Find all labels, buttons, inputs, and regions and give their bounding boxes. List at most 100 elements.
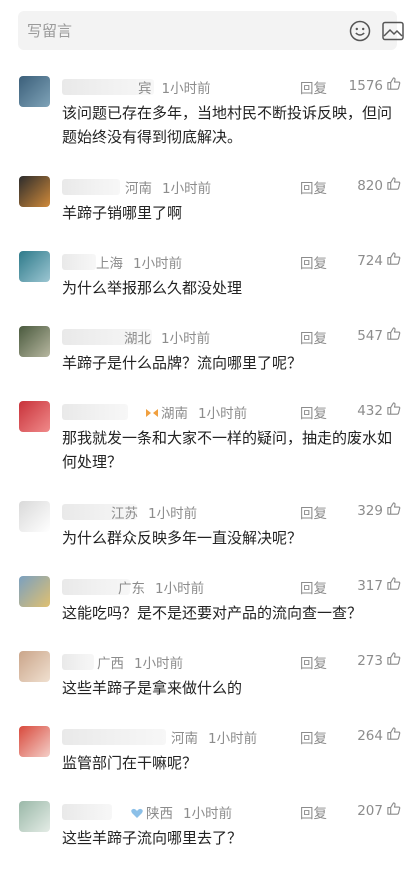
- timestamp: 1小时前: [161, 81, 211, 97]
- like-button[interactable]: 724: [357, 251, 401, 270]
- reply-button[interactable]: 回复: [300, 727, 327, 747]
- like-button[interactable]: 264: [357, 726, 401, 745]
- comment-item: 湖北 1小时前 回复 547 羊蹄子是什么品牌？流向哪里了呢？: [0, 326, 417, 398]
- reply-button[interactable]: 回复: [300, 77, 327, 97]
- username-visible-part[interactable]: 宾: [138, 81, 152, 97]
- like-count: 207: [357, 802, 383, 819]
- reply-button[interactable]: 回复: [300, 802, 327, 822]
- username-blurred[interactable]: [62, 654, 94, 670]
- timestamp: 1小时前: [208, 731, 258, 747]
- avatar[interactable]: [19, 76, 50, 107]
- thumbs-up-icon[interactable]: [386, 801, 401, 820]
- comment-text: 羊蹄子销哪里了啊: [62, 204, 183, 222]
- comment-text: 羊蹄子是什么品牌？流向哪里了呢？: [62, 354, 303, 372]
- location: 湖北: [124, 331, 151, 347]
- thumbs-up-icon[interactable]: [386, 326, 401, 345]
- heart-badge-icon: [131, 808, 143, 818]
- comment-meta: 陕西 1小时前: [130, 802, 232, 822]
- comment-item: 上海 1小时前 回复 724 为什么举报那么久都没处理: [0, 251, 417, 323]
- like-button[interactable]: 207: [357, 801, 401, 820]
- username-blurred[interactable]: [62, 729, 166, 745]
- timestamp: 1小时前: [134, 656, 184, 672]
- reply-button[interactable]: 回复: [300, 177, 327, 197]
- like-button[interactable]: 432: [357, 401, 401, 420]
- location: 湖南: [161, 406, 188, 422]
- emoji-icon[interactable]: [349, 20, 371, 42]
- comment-meta: 江苏 1小时前: [111, 502, 197, 522]
- like-count: 547: [357, 327, 383, 344]
- timestamp: 1小时前: [133, 256, 183, 272]
- like-button[interactable]: 1576: [349, 76, 401, 95]
- like-count: 724: [357, 252, 383, 269]
- like-count: 273: [357, 652, 383, 669]
- username-blurred[interactable]: [62, 179, 120, 195]
- location: 陕西: [146, 806, 173, 822]
- location: 河南: [125, 181, 152, 197]
- thumbs-up-icon[interactable]: [386, 576, 401, 595]
- timestamp: 1小时前: [161, 331, 211, 347]
- like-count: 432: [357, 402, 383, 419]
- location: 广西: [97, 656, 124, 672]
- thumbs-up-icon[interactable]: [386, 651, 401, 670]
- avatar[interactable]: [19, 726, 50, 757]
- reply-button[interactable]: 回复: [300, 577, 327, 597]
- reply-button[interactable]: 回复: [300, 502, 327, 522]
- username-blurred[interactable]: [62, 254, 96, 270]
- comment-meta: 广东 1小时前: [118, 577, 204, 597]
- location: 广东: [118, 581, 145, 597]
- comment-item: 河南 1小时前 回复 264 监管部门在干嘛呢？: [0, 726, 417, 798]
- thumbs-up-icon[interactable]: [386, 726, 401, 745]
- reply-button[interactable]: 回复: [300, 402, 327, 422]
- avatar[interactable]: [19, 326, 50, 357]
- reply-button[interactable]: 回复: [300, 252, 327, 272]
- timestamp: 1小时前: [155, 581, 205, 597]
- comment-item: 陕西 1小时前 回复 207 这些羊蹄子流向哪里去了？: [0, 801, 417, 873]
- comment-text: 那我就发一条和大家不一样的疑问，抽走的废水如何处理？: [62, 429, 393, 471]
- comment-meta: 湖南 1小时前: [145, 402, 247, 422]
- thumbs-up-icon[interactable]: [386, 401, 401, 420]
- avatar[interactable]: [19, 651, 50, 682]
- avatar[interactable]: [19, 801, 50, 832]
- thumbs-up-icon[interactable]: [386, 501, 401, 520]
- thumbs-up-icon[interactable]: [386, 176, 401, 195]
- location: 河南: [171, 731, 198, 747]
- username-blurred[interactable]: [62, 804, 112, 820]
- comment-input[interactable]: 写留言: [18, 11, 404, 50]
- like-button[interactable]: 820: [357, 176, 401, 195]
- location: 江苏: [111, 506, 138, 522]
- thumbs-up-icon[interactable]: [386, 251, 401, 270]
- like-button[interactable]: 329: [357, 501, 401, 520]
- comment-text: 该问题已存在多年，当地村民不断投诉反映，但问题始终没有得到彻底解决。: [62, 104, 393, 146]
- location: 上海: [96, 256, 123, 272]
- username-blurred[interactable]: [62, 404, 128, 420]
- comment-meta: 河南 1小时前: [125, 177, 211, 197]
- comment-item: 湖南 1小时前 回复 432 那我就发一条和大家不一样的疑问，抽走的废水如何处理？: [0, 401, 417, 473]
- like-button[interactable]: 317: [357, 576, 401, 595]
- reply-button[interactable]: 回复: [300, 652, 327, 672]
- like-button[interactable]: 273: [357, 651, 401, 670]
- comment-item: 广东 1小时前 回复 317 这能吃吗？是不是还要对产品的流向查一查？: [0, 576, 417, 648]
- thumbs-up-icon[interactable]: [386, 76, 401, 95]
- reply-button[interactable]: 回复: [300, 327, 327, 347]
- comment-text: 为什么举报那么久都没处理: [62, 279, 243, 297]
- comment-meta: 宾 1小时前: [138, 77, 211, 97]
- like-count: 264: [357, 727, 383, 744]
- avatar[interactable]: [19, 576, 50, 607]
- avatar[interactable]: [19, 176, 50, 207]
- comment-meta: 广西 1小时前: [97, 652, 183, 672]
- avatar[interactable]: [19, 401, 50, 432]
- timestamp: 1小时前: [198, 406, 248, 422]
- image-icon[interactable]: [382, 21, 404, 41]
- avatar[interactable]: [19, 501, 50, 532]
- like-count: 1576: [348, 77, 383, 94]
- like-count: 317: [357, 577, 383, 594]
- comment-text: 监管部门在干嘛呢？: [62, 754, 198, 772]
- comment-text: 为什么群众反映多年一直没解决呢？: [62, 529, 303, 547]
- timestamp: 1小时前: [162, 181, 212, 197]
- like-button[interactable]: 547: [357, 326, 401, 345]
- comment-input-placeholder[interactable]: 写留言: [27, 20, 72, 41]
- comment-item: 江苏 1小时前 回复 329 为什么群众反映多年一直没解决呢？: [0, 501, 417, 573]
- avatar[interactable]: [19, 251, 50, 282]
- timestamp: 1小时前: [183, 806, 233, 822]
- comment-item: 广西 1小时前 回复 273 这些羊蹄子是拿来做什么的: [0, 651, 417, 723]
